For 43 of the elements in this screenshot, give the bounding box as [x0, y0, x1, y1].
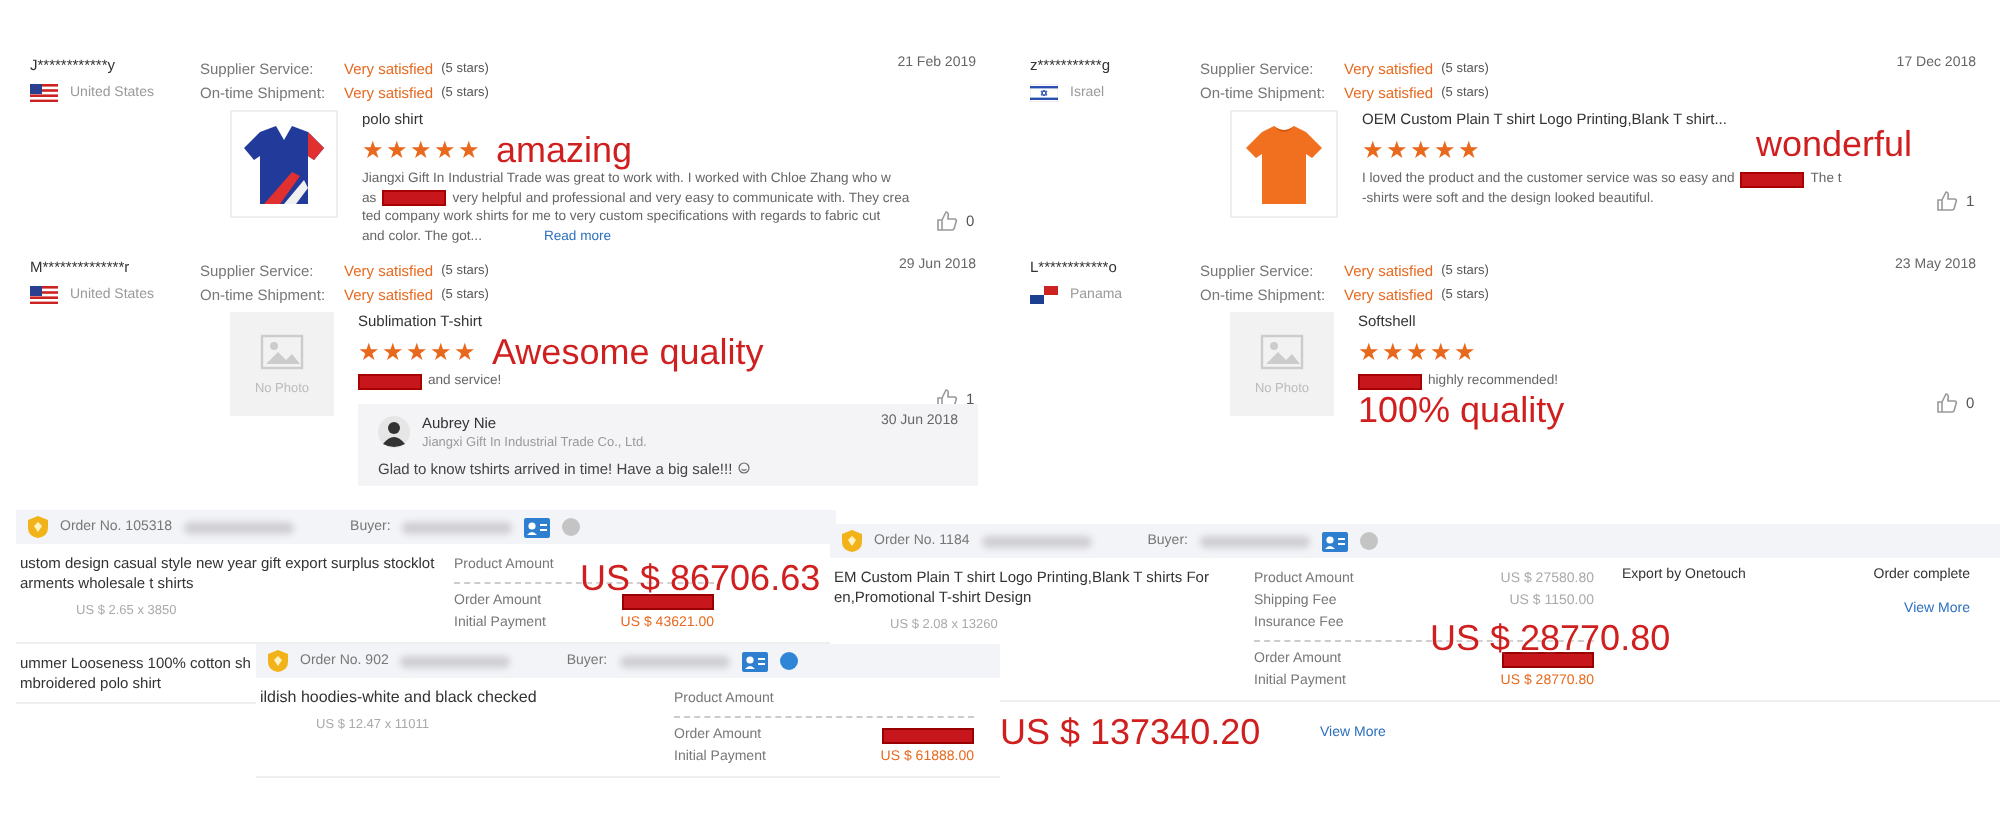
- contact-card-icon: [1321, 531, 1348, 551]
- thumbs-up-icon: [1936, 392, 1958, 414]
- blurred-text: [619, 655, 730, 667]
- blurred-text: [1199, 535, 1310, 547]
- thumbs-up-icon: [1936, 190, 1958, 212]
- annotation-text: US $ 86706.63: [580, 560, 821, 596]
- image-icon: [1260, 333, 1304, 369]
- flag-icon: [1030, 84, 1058, 102]
- blurred-text: [402, 521, 513, 533]
- redaction-mark: [882, 727, 974, 743]
- avatar-icon: [378, 415, 410, 447]
- product-title: ildish hoodies-white and black checked: [260, 688, 537, 708]
- annotation-text: 100% quality: [1358, 389, 1565, 429]
- redaction-mark: [358, 373, 422, 390]
- star-rating: ★★★★★: [1362, 138, 1480, 162]
- annotation-text: wonderful: [1755, 126, 1912, 162]
- flag-icon: [30, 286, 58, 304]
- blurred-text: [981, 535, 1092, 547]
- redaction-mark: [382, 190, 447, 207]
- redaction-mark: [1740, 171, 1805, 188]
- flag-icon: [1030, 286, 1058, 304]
- annotation-text: US $ 28770.80: [1430, 620, 1671, 656]
- redaction-mark: [622, 593, 714, 609]
- thumbs-up-icon: [936, 388, 958, 410]
- shield-icon: [28, 516, 48, 538]
- redaction-mark: [1358, 373, 1422, 390]
- image-icon: [260, 333, 304, 369]
- star-rating: ★★★★★: [1358, 340, 1476, 364]
- annotation-text: amazing: [496, 132, 633, 168]
- star-rating: ★★★★★: [358, 340, 476, 364]
- blurred-text: [184, 521, 295, 533]
- annotation-text: Awesome quality: [492, 334, 764, 370]
- thumbs-up-icon: [936, 210, 958, 232]
- flag-icon: [30, 84, 58, 102]
- annotation-text: US $ 137340.20: [1000, 714, 1261, 750]
- shield-icon: [268, 650, 288, 672]
- contact-card-icon: [524, 517, 551, 537]
- smiley-icon: [738, 462, 751, 474]
- blurred-text: [400, 655, 511, 667]
- star-rating: ★★★★★: [362, 138, 480, 162]
- redaction-mark: [1502, 651, 1594, 667]
- shield-icon: [842, 530, 862, 552]
- contact-card-icon: [741, 651, 768, 671]
